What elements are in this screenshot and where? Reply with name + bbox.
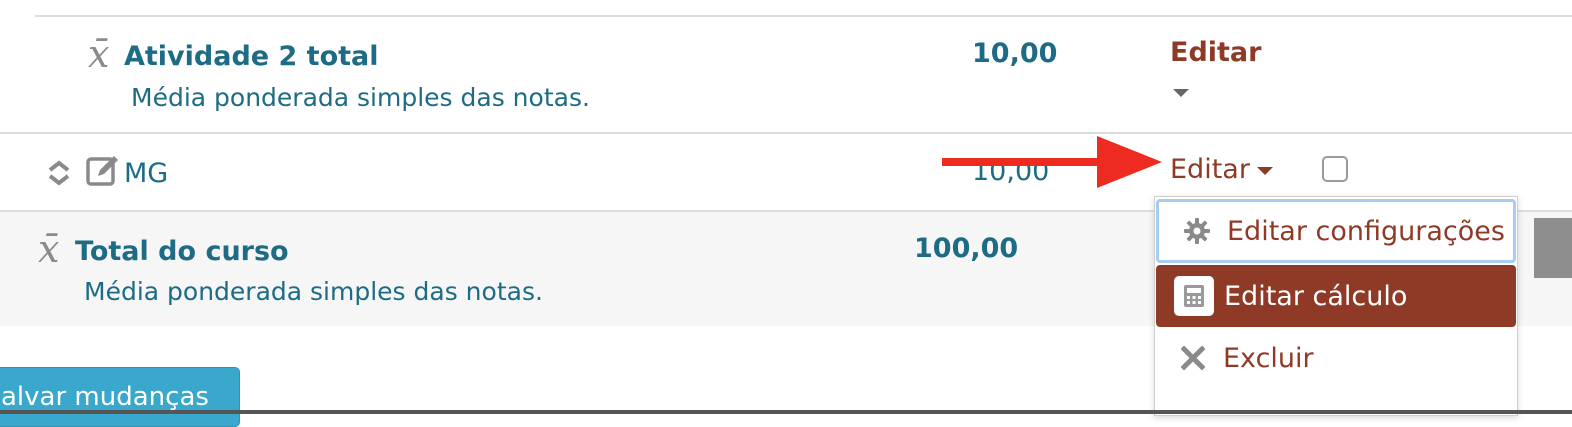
edit-icon[interactable] [86, 154, 120, 188]
grade-row-atividade-2-total: x̄ Atividade 2 total Média ponderada sim… [0, 17, 1572, 132]
edit-menu-link[interactable]: Editar [1170, 37, 1261, 68]
gear-icon [1177, 211, 1217, 251]
save-changes-button[interactable]: alvar mudanças [0, 367, 240, 427]
close-icon [1173, 338, 1213, 378]
row-value: 100,00 [914, 233, 1019, 264]
row-description: Média ponderada simples das notas. [131, 83, 590, 112]
menu-item-delete[interactable]: Excluir [1155, 327, 1515, 389]
arrow-annotation [942, 136, 1162, 192]
menu-item-label: Editar cálculo [1224, 280, 1408, 312]
row-description: Média ponderada simples das notas. [84, 277, 543, 306]
partial-button[interactable] [1534, 218, 1572, 278]
sigma-mean-icon: x̄ [88, 32, 110, 76]
save-button-label: alvar mudanças [1, 382, 209, 412]
edit-dropdown-menu: Editar configurações Editar cálculo Excl… [1154, 196, 1518, 416]
page-bottom-edge [0, 410, 1572, 414]
chevron-down-icon[interactable] [1257, 167, 1273, 175]
menu-item-edit-calculation[interactable]: Editar cálculo [1156, 265, 1516, 327]
menu-item-label: Excluir [1223, 342, 1314, 374]
row-value: 10,00 [972, 38, 1058, 69]
move-icon[interactable] [46, 160, 72, 186]
sigma-mean-icon: x̄ [38, 227, 60, 271]
row-title: Atividade 2 total [124, 41, 379, 72]
select-checkbox[interactable] [1322, 156, 1348, 182]
calculator-icon [1174, 276, 1214, 316]
chevron-down-icon[interactable] [1173, 89, 1189, 97]
row-title: Total do curso [75, 236, 289, 267]
row-title: MG [124, 158, 169, 189]
edit-menu-link[interactable]: Editar [1170, 154, 1250, 185]
menu-item-label: Editar configurações [1227, 215, 1505, 247]
menu-item-edit-settings[interactable]: Editar configurações [1156, 199, 1516, 263]
